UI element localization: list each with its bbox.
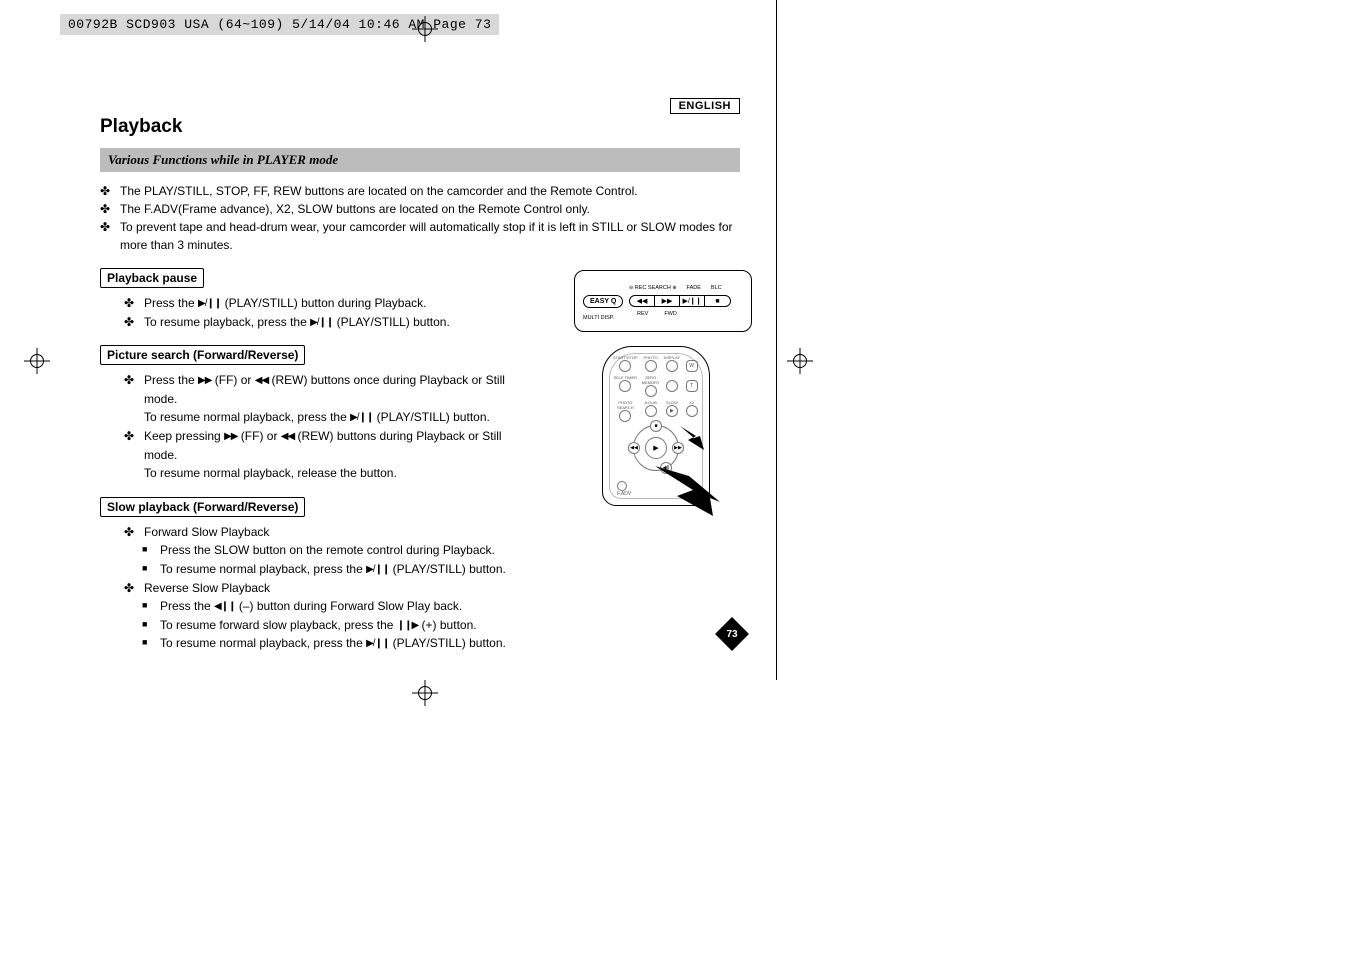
callout-arrow (655, 466, 745, 516)
cropmark-top (412, 16, 438, 42)
remote-label: PHOTO (642, 355, 660, 360)
list-item: ✤ Press the ▶▶ (FF) or ◀◀ (REW) buttons … (124, 371, 520, 427)
remote-label: PHOTO SEARCH (613, 400, 638, 410)
blc-label: BLC (711, 285, 722, 291)
cropmark-right (787, 348, 813, 374)
list-item: ■Press the SLOW button on the remote con… (142, 541, 740, 560)
remote-label: SELF TIMER (613, 375, 638, 380)
camcorder-panel-diagram: EASY Q MULTI DISP. ⊖ REC SEARCH ⊕ FADE B… (574, 270, 752, 332)
remote-left-button: ◀◀ (628, 442, 640, 454)
page-number-badge: 73 (720, 622, 744, 646)
photo-search-button (619, 410, 631, 422)
intro-text: The F.ADV(Frame advance), X2, SLOW butto… (120, 200, 590, 218)
self-timer-button (619, 380, 631, 392)
rev-label: REV (637, 311, 648, 317)
callout-arrow-small (680, 426, 704, 450)
intro-list: ✤The PLAY/STILL, STOP, FF, REW buttons a… (100, 182, 740, 254)
language-indicator: ENGLISH (670, 98, 740, 114)
ff-icon: ▶▶ (198, 373, 211, 389)
stop-button: ■ (705, 296, 730, 306)
list-item: ■To resume normal playback, press the ▶/… (142, 560, 740, 579)
easy-button: EASY Q (583, 295, 623, 308)
intro-item: ✤To prevent tape and head-drum wear, you… (100, 218, 740, 254)
remote-label: SLOW (664, 400, 681, 405)
section-subtitle: Various Functions while in PLAYER mode (100, 148, 740, 172)
display-button (666, 360, 678, 372)
remote-label: DISPLAY (664, 355, 681, 360)
list-item: ■To resume forward slow playback, press … (142, 616, 740, 635)
search-list: ✤ Press the ▶▶ (FF) or ◀◀ (REW) buttons … (100, 371, 520, 483)
slow-forward-sublist: ■Press the SLOW button on the remote con… (100, 541, 740, 578)
panel-top-labels: ⊖ REC SEARCH ⊕ FADE BLC (629, 285, 722, 291)
section-heading-slow: Slow playback (Forward/Reverse) (100, 497, 305, 517)
photo-button (645, 360, 657, 372)
section-heading-search: Picture search (Forward/Reverse) (100, 345, 305, 365)
ff-icon: ▶▶ (224, 429, 237, 445)
remote-play-button: ▶ (645, 437, 667, 459)
fadv-button (617, 481, 627, 491)
remote-label: X2 (684, 400, 699, 405)
zoom-t-button: T (686, 380, 698, 392)
slow-reverse-sublist: ■Press the ◀❙❙ (–) button during Forward… (100, 597, 740, 653)
slow-button: ▶ (666, 405, 678, 417)
play-pause-icon: ▶/❙❙ (198, 296, 221, 312)
list-item: ✤Forward Slow Playback (124, 523, 740, 542)
rev-step-icon: ◀❙❙ (214, 599, 235, 615)
rec-search-label: ⊖ REC SEARCH ⊕ (629, 285, 677, 291)
intro-text: To prevent tape and head-drum wear, your… (120, 218, 740, 254)
x2-button (686, 405, 698, 417)
page-title: Playback (100, 116, 740, 138)
start-stop-button (619, 360, 631, 372)
page-gutter-rule (776, 0, 777, 680)
fade-label: FADE (687, 285, 701, 291)
play-pause-icon: ▶/❙❙ (366, 636, 389, 652)
section-heading-pause: Playback pause (100, 268, 204, 288)
date-time-button (666, 380, 678, 392)
intro-text: The PLAY/STILL, STOP, FF, REW buttons ar… (120, 182, 638, 200)
remote-up-button: ■ (650, 420, 662, 432)
list-item: ✤ Keep pressing ▶▶ (FF) or ◀◀ (REW) butt… (124, 427, 520, 483)
play-still-button: ▶/❙❙ (680, 296, 705, 306)
fwd-step-icon: ❙❙▶ (397, 618, 418, 634)
remote-label: ZERO MEMORY (642, 375, 660, 385)
remote-dpad: ▶ ◀◀ ▶▶ ■ ◀|| (633, 425, 679, 471)
remote-label: START/STOP (613, 355, 638, 360)
list-item: ✤Reverse Slow Playback (124, 579, 740, 598)
cropmark-left (24, 348, 50, 374)
slow-list: ✤Forward Slow Playback (100, 523, 740, 542)
manual-page: ENGLISH Playback Various Functions while… (100, 98, 740, 653)
slow-list-2: ✤Reverse Slow Playback (100, 579, 740, 598)
rew-icon: ◀◀ (255, 373, 268, 389)
list-item: ■Press the ◀❙❙ (–) button during Forward… (142, 597, 740, 616)
play-pause-icon: ▶/❙❙ (350, 410, 373, 426)
play-pause-icon: ▶/❙❙ (366, 562, 389, 578)
list-item: ■To resume normal playback, press the ▶/… (142, 634, 740, 653)
remote-button-grid: START/STOP PHOTO DISPLAY W SELF TIMER ZE… (613, 355, 699, 422)
easy-q-icon: Q (611, 298, 616, 305)
panel-bottom-labels: REV FWD (637, 311, 677, 317)
adub-button (645, 405, 657, 417)
remote-label: A.DUB (642, 400, 660, 405)
fwd-label: FWD (664, 311, 677, 317)
ff-button: ▶▶ (655, 296, 680, 306)
play-pause-icon: ▶/❙❙ (310, 315, 333, 331)
intro-item: ✤The PLAY/STILL, STOP, FF, REW buttons a… (100, 182, 740, 200)
zero-memory-button (645, 385, 657, 397)
intro-item: ✤The F.ADV(Frame advance), X2, SLOW butt… (100, 200, 740, 218)
multi-disp-label: MULTI DISP. (583, 315, 614, 321)
fadv-label: F.ADV (617, 491, 631, 497)
panel-button-row: ◀◀ ▶▶ ▶/❙❙ ■ (629, 295, 731, 307)
rew-icon: ◀◀ (281, 429, 294, 445)
cropmark-bottom (412, 680, 438, 706)
zoom-w-button: W (686, 360, 698, 372)
page-number: 73 (720, 622, 744, 646)
rew-button: ◀◀ (630, 296, 655, 306)
